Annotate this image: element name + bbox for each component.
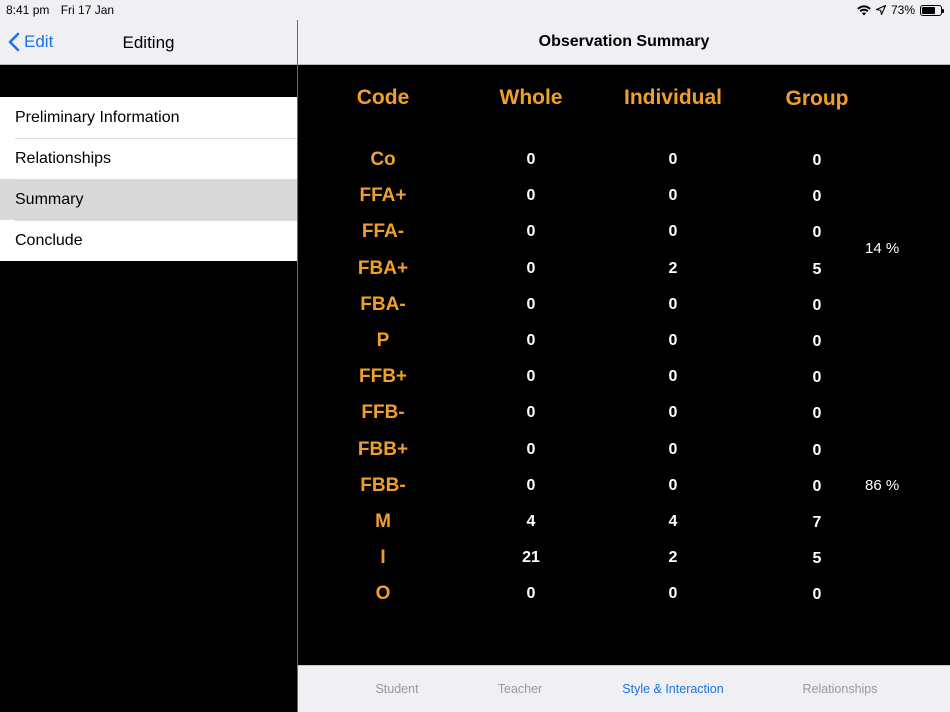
cell-group: 0 xyxy=(812,369,822,387)
tab-bar: Student Teacher Style & Interaction Rela… xyxy=(298,665,950,712)
cell-code: FBA+ xyxy=(357,257,409,279)
table-row: FBB+ 0 0 0 xyxy=(298,439,950,475)
cell-whole: 4 xyxy=(526,513,536,530)
cell-code: M xyxy=(375,511,391,532)
header-whole: Whole xyxy=(499,86,563,109)
page-title: Observation Summary xyxy=(538,33,710,50)
cell-group: 0 xyxy=(812,586,822,604)
table-row: FBB- 0 0 0 xyxy=(298,475,950,511)
cell-group: 0 xyxy=(812,441,822,459)
cell-individual: 0 xyxy=(668,187,678,205)
cell-individual: 2 xyxy=(668,259,678,277)
cell-group: 0 xyxy=(812,333,822,350)
cell-code: FFB- xyxy=(361,402,405,424)
cell-code: I xyxy=(380,547,386,569)
status-left: 8:41 pm Fri 17 Jan xyxy=(6,3,122,17)
header-code: Code xyxy=(356,86,410,109)
table-row: FBA- 0 0 0 xyxy=(298,294,950,330)
cell-whole: 0 xyxy=(526,476,536,494)
status-right: 73% xyxy=(857,3,944,17)
cell-group: 0 xyxy=(812,405,822,423)
status-bar: 8:41 pm Fri 17 Jan 73% xyxy=(0,0,950,20)
cell-code: FBB- xyxy=(360,474,406,496)
cell-individual: 0 xyxy=(668,151,678,168)
cell-group: 0 xyxy=(812,477,822,495)
cell-code: FBB+ xyxy=(357,438,409,460)
cell-whole: 0 xyxy=(526,259,536,277)
cell-individual: 4 xyxy=(668,513,678,530)
cell-group: 0 xyxy=(812,188,822,206)
battery-percentage: 73% xyxy=(890,3,915,17)
cell-whole: 0 xyxy=(526,368,536,386)
table-row: I 21 2 5 xyxy=(298,547,950,583)
cell-individual: 2 xyxy=(668,549,678,567)
cell-group: 5 xyxy=(812,260,822,278)
cell-whole: 0 xyxy=(526,187,536,205)
table-row: FFB+ 0 0 0 xyxy=(298,366,950,402)
tab-teacher[interactable]: Teacher xyxy=(445,682,595,696)
cell-code: FFA+ xyxy=(359,185,407,207)
location-arrow-icon xyxy=(875,5,886,15)
detail-nav-bar: Observation Summary xyxy=(298,20,950,65)
status-date: Fri 17 Jan xyxy=(60,3,115,17)
cell-whole: 0 xyxy=(526,332,536,349)
cell-group: 0 xyxy=(812,296,822,314)
menu-item-relationships[interactable]: Relationships xyxy=(0,138,297,179)
cell-individual: 0 xyxy=(668,585,678,603)
menu-item-summary[interactable]: Summary xyxy=(0,179,297,220)
cell-whole: 0 xyxy=(526,585,536,603)
cell-individual: 0 xyxy=(668,440,678,458)
cell-individual: 0 xyxy=(668,476,678,494)
master-title: Editing xyxy=(122,33,175,52)
cell-individual: 0 xyxy=(668,223,678,241)
cell-code: FFA- xyxy=(361,221,405,243)
battery-icon xyxy=(920,4,944,16)
master-nav-bar: Edit Editing xyxy=(0,20,297,65)
header-group: Group xyxy=(785,87,849,110)
cell-code: P xyxy=(376,330,390,351)
table-row: FBA+ 0 2 5 xyxy=(298,258,950,294)
menu-item-conclude[interactable]: Conclude xyxy=(0,220,297,261)
table-row: O 0 0 0 xyxy=(298,583,950,619)
cell-group: 0 xyxy=(812,224,822,242)
section-menu: Preliminary Information Relationships Su… xyxy=(0,97,297,261)
cell-code: Co xyxy=(370,149,396,170)
cell-code: FBA- xyxy=(360,293,406,315)
cell-whole: 0 xyxy=(526,295,536,313)
cell-individual: 0 xyxy=(668,404,678,422)
tab-relationships[interactable]: Relationships xyxy=(765,682,915,696)
observation-summary-table: Code Whole Individual Group 14 % 86 % Co… xyxy=(298,66,950,665)
wifi-icon xyxy=(857,4,871,15)
menu-item-preliminary-information[interactable]: Preliminary Information xyxy=(0,97,297,138)
cell-code: O xyxy=(375,583,391,605)
cell-whole: 0 xyxy=(526,223,536,241)
table-row: P 0 0 0 xyxy=(298,330,950,366)
header-individual: Individual xyxy=(623,86,722,109)
cell-group: 7 xyxy=(812,514,822,531)
cell-whole: 0 xyxy=(526,151,536,168)
table-row: FFA+ 0 0 0 xyxy=(298,185,950,221)
status-time: 8:41 pm xyxy=(6,3,50,17)
table-row: M 4 4 7 xyxy=(298,511,950,547)
table-row: Co 0 0 0 xyxy=(298,149,950,185)
cell-whole: 0 xyxy=(526,404,536,422)
table-row: FFA- 0 0 0 xyxy=(298,221,950,257)
table-row: FFB- 0 0 0 xyxy=(298,402,950,438)
battery-level xyxy=(922,6,936,14)
cell-individual: 0 xyxy=(668,295,678,313)
cell-whole: 21 xyxy=(522,549,540,567)
cell-individual: 0 xyxy=(668,332,678,349)
cell-group: 5 xyxy=(812,550,822,568)
cell-whole: 0 xyxy=(526,440,536,458)
tab-style-interaction[interactable]: Style & Interaction xyxy=(598,682,748,696)
cell-group: 0 xyxy=(812,152,822,169)
cell-code: FFB+ xyxy=(358,366,408,388)
cell-individual: 0 xyxy=(668,368,678,386)
master-panel: Preliminary Information Relationships Su… xyxy=(0,66,297,712)
